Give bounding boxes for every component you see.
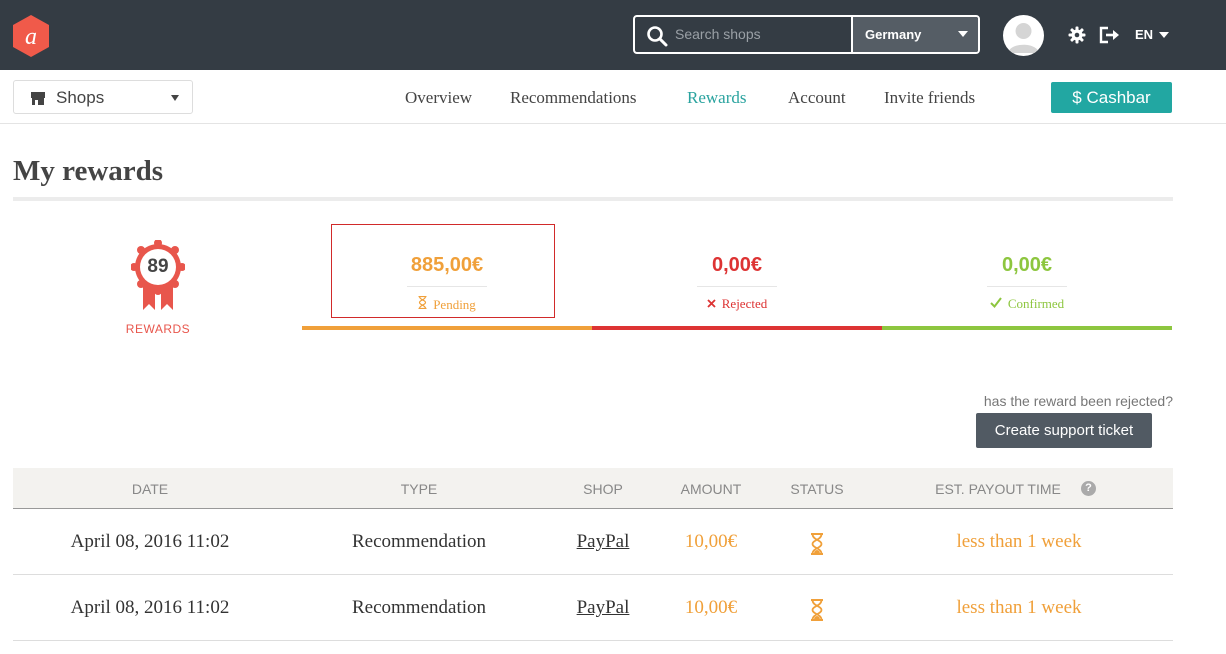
store-icon (31, 92, 45, 105)
confirmed-amount: 0,00€ (1001, 254, 1053, 276)
nav-link-overview[interactable]: Overview (405, 88, 472, 108)
column-header-date[interactable]: DATE (110, 481, 190, 497)
help-icon[interactable]: ? (1081, 481, 1096, 496)
title-divider (13, 197, 1173, 201)
language-select[interactable]: EN (1135, 27, 1153, 42)
column-header-type[interactable]: TYPE (379, 481, 459, 497)
column-header-payout-time[interactable]: EST. PAYOUT TIME (923, 481, 1073, 497)
page-title: My rewards (13, 155, 164, 187)
row-payout-time: less than 1 week (956, 597, 1082, 618)
close-icon (707, 299, 716, 308)
search-input[interactable] (675, 17, 851, 52)
check-icon (990, 297, 1002, 308)
rewards-count: 89 (147, 256, 169, 277)
rejected-stat: 0,00€ Rejected (592, 250, 882, 312)
column-header-amount[interactable]: AMOUNT (666, 481, 756, 497)
pending-highlight (331, 224, 555, 318)
row-type: Recommendation (351, 531, 487, 552)
table-header: DATE TYPE SHOP AMOUNT STATUS EST. PAYOUT… (13, 468, 1173, 509)
svg-text:a: a (25, 24, 37, 50)
rejected-amount: 0,00€ (711, 254, 763, 276)
cashbar-button[interactable]: $ Cashbar (1051, 82, 1172, 113)
shops-dropdown-label: Shops (56, 88, 105, 107)
confirmed-bar (882, 326, 1172, 330)
user-silhouette-icon (1008, 23, 1039, 53)
search-box: Germany (633, 15, 980, 54)
rewards-label: REWARDS (125, 322, 191, 336)
row-payout-time: less than 1 week (956, 531, 1082, 552)
column-header-shop[interactable]: SHOP (563, 481, 643, 497)
pending-bar (302, 326, 592, 330)
nav-link-account[interactable]: Account (788, 88, 846, 108)
table-row: April 08, 2016 11:02 Recommendation PayP… (13, 575, 1173, 641)
hourglass-icon (811, 599, 823, 621)
rejected-label: Rejected (721, 296, 768, 311)
gear-icon[interactable] (1068, 26, 1086, 44)
country-select[interactable]: Germany (851, 17, 978, 52)
brand-logo-icon[interactable]: a (11, 14, 51, 58)
search-icon[interactable] (645, 24, 669, 48)
chevron-down-icon (958, 31, 968, 37)
country-select-value: Germany (865, 27, 922, 42)
logout-icon[interactable] (1099, 26, 1119, 44)
create-support-ticket-button[interactable]: Create support ticket (976, 413, 1152, 448)
table-row: April 08, 2016 11:02 Recommendation PayP… (13, 509, 1173, 575)
shops-dropdown[interactable]: Shops (13, 80, 193, 114)
row-amount: 10,00€ (684, 531, 738, 552)
nav-link-rewards[interactable]: Rewards (687, 88, 746, 108)
row-type: Recommendation (351, 597, 487, 618)
confirmed-stat: 0,00€ Confirmed (882, 250, 1172, 312)
confirmed-label: Confirmed (1007, 296, 1065, 311)
chevron-down-icon (1159, 32, 1169, 38)
row-date: April 08, 2016 11:02 (70, 597, 230, 618)
row-shop-link[interactable]: PayPal (563, 597, 643, 619)
row-amount: 10,00€ (684, 597, 738, 618)
hourglass-icon (811, 533, 823, 555)
nav-bar: Shops Overview Recommendations Rewards A… (0, 70, 1226, 124)
nav-link-recommendations[interactable]: Recommendations (510, 88, 637, 108)
top-bar: a Germany EN (0, 0, 1226, 70)
chevron-down-icon (171, 95, 179, 101)
row-shop-link[interactable]: PayPal (563, 531, 643, 553)
rejected-bar (592, 326, 882, 330)
nav-link-invite-friends[interactable]: Invite friends (884, 88, 975, 108)
support-help-text: has the reward been rejected? (983, 393, 1173, 409)
row-date: April 08, 2016 11:02 (70, 531, 230, 552)
avatar[interactable] (1003, 15, 1044, 56)
column-header-status[interactable]: STATUS (777, 481, 857, 497)
